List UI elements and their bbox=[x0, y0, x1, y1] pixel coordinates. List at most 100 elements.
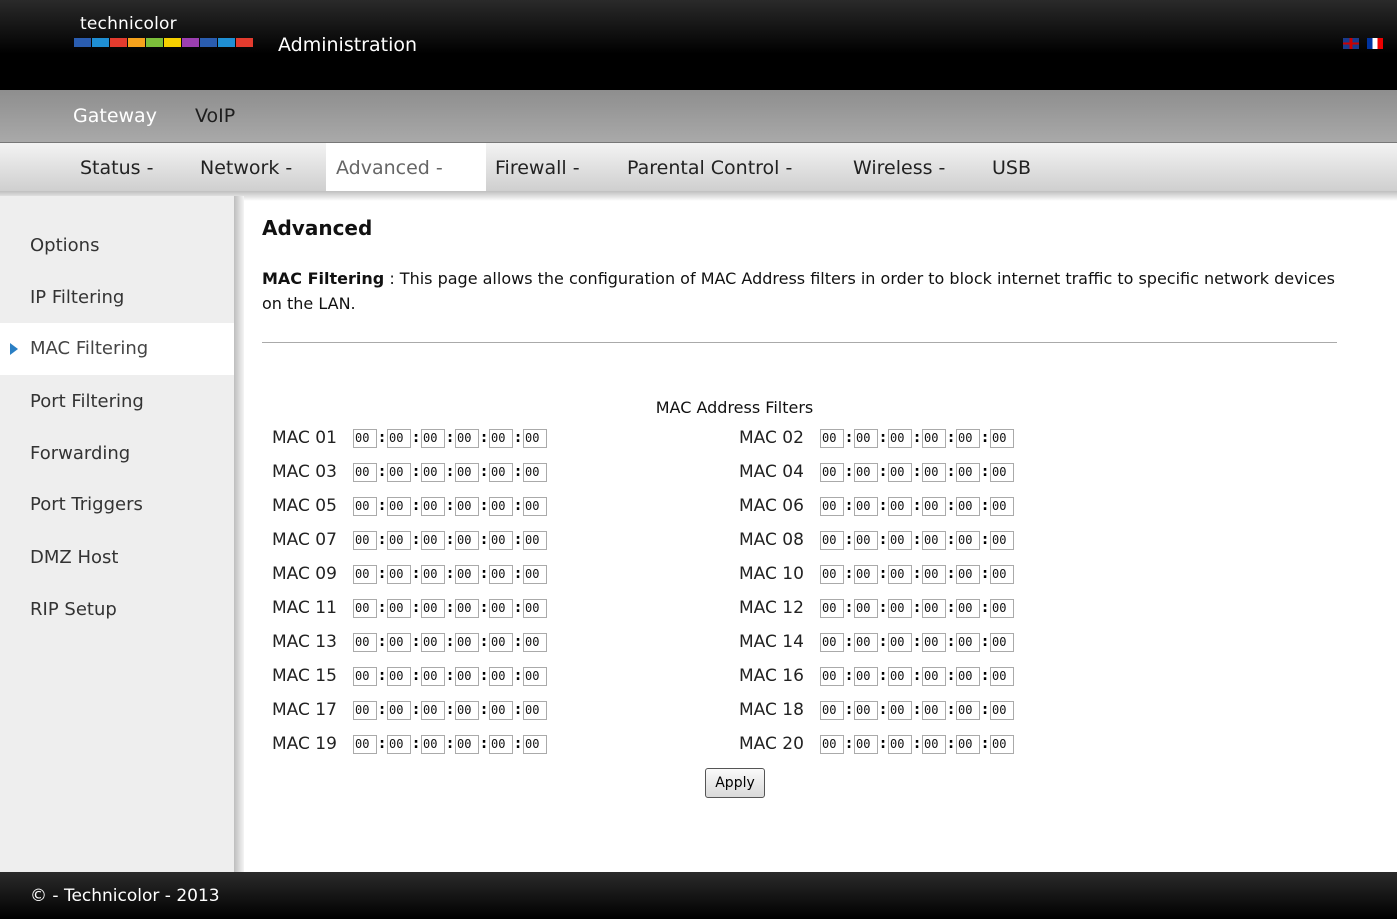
mac-octet-input[interactable] bbox=[387, 564, 411, 584]
mac-octet-input[interactable] bbox=[455, 632, 479, 652]
mac-octet-input[interactable] bbox=[922, 530, 946, 550]
mac-octet-input[interactable] bbox=[421, 666, 445, 686]
mac-octet-input[interactable] bbox=[455, 428, 479, 448]
mac-octet-input[interactable] bbox=[523, 530, 547, 550]
mac-octet-input[interactable] bbox=[888, 632, 912, 652]
tab-firewall[interactable]: Firewall - bbox=[485, 143, 590, 191]
sidebar-item-rip-setup[interactable]: RIP Setup bbox=[0, 584, 234, 636]
mac-octet-input[interactable] bbox=[854, 462, 878, 482]
apply-button[interactable]: Apply bbox=[705, 768, 765, 798]
mac-octet-input[interactable] bbox=[956, 632, 980, 652]
mac-octet-input[interactable] bbox=[421, 700, 445, 720]
mac-octet-input[interactable] bbox=[990, 564, 1014, 584]
sidebar-item-forwarding[interactable]: Forwarding bbox=[0, 428, 234, 480]
mac-octet-input[interactable] bbox=[922, 632, 946, 652]
mac-octet-input[interactable] bbox=[854, 598, 878, 618]
mac-octet-input[interactable] bbox=[922, 428, 946, 448]
mac-octet-input[interactable] bbox=[854, 734, 878, 754]
mac-octet-input[interactable] bbox=[421, 564, 445, 584]
mac-octet-input[interactable] bbox=[922, 496, 946, 516]
tab-parental-control[interactable]: Parental Control - bbox=[617, 143, 802, 191]
mac-octet-input[interactable] bbox=[956, 666, 980, 686]
tab-network[interactable]: Network - bbox=[190, 143, 302, 191]
mac-octet-input[interactable] bbox=[455, 530, 479, 550]
tab-status[interactable]: Status - bbox=[70, 143, 163, 191]
mac-octet-input[interactable] bbox=[990, 496, 1014, 516]
mac-octet-input[interactable] bbox=[990, 666, 1014, 686]
tab-usb[interactable]: USB bbox=[982, 143, 1041, 191]
sidebar-item-mac-filtering[interactable]: MAC Filtering bbox=[0, 323, 234, 375]
mac-octet-input[interactable] bbox=[455, 700, 479, 720]
mac-octet-input[interactable] bbox=[523, 700, 547, 720]
mac-octet-input[interactable] bbox=[990, 428, 1014, 448]
nav-voip[interactable]: VoIP bbox=[195, 105, 235, 127]
mac-octet-input[interactable] bbox=[489, 632, 513, 652]
mac-octet-input[interactable] bbox=[820, 632, 844, 652]
mac-octet-input[interactable] bbox=[387, 530, 411, 550]
mac-octet-input[interactable] bbox=[421, 462, 445, 482]
mac-octet-input[interactable] bbox=[922, 666, 946, 686]
mac-octet-input[interactable] bbox=[353, 666, 377, 686]
mac-octet-input[interactable] bbox=[854, 700, 878, 720]
mac-octet-input[interactable] bbox=[854, 428, 878, 448]
mac-octet-input[interactable] bbox=[489, 462, 513, 482]
mac-octet-input[interactable] bbox=[956, 564, 980, 584]
mac-octet-input[interactable] bbox=[956, 530, 980, 550]
mac-octet-input[interactable] bbox=[990, 734, 1014, 754]
mac-octet-input[interactable] bbox=[523, 734, 547, 754]
mac-octet-input[interactable] bbox=[523, 564, 547, 584]
mac-octet-input[interactable] bbox=[990, 462, 1014, 482]
mac-octet-input[interactable] bbox=[353, 462, 377, 482]
mac-octet-input[interactable] bbox=[353, 734, 377, 754]
mac-octet-input[interactable] bbox=[353, 564, 377, 584]
mac-octet-input[interactable] bbox=[353, 632, 377, 652]
mac-octet-input[interactable] bbox=[489, 598, 513, 618]
mac-octet-input[interactable] bbox=[353, 496, 377, 516]
mac-octet-input[interactable] bbox=[455, 462, 479, 482]
mac-octet-input[interactable] bbox=[489, 428, 513, 448]
sidebar-item-ip-filtering[interactable]: IP Filtering bbox=[0, 272, 234, 324]
mac-octet-input[interactable] bbox=[353, 530, 377, 550]
mac-octet-input[interactable] bbox=[489, 496, 513, 516]
mac-octet-input[interactable] bbox=[387, 632, 411, 652]
fr-flag-icon[interactable] bbox=[1367, 38, 1383, 49]
mac-octet-input[interactable] bbox=[854, 666, 878, 686]
mac-octet-input[interactable] bbox=[956, 462, 980, 482]
tab-advanced[interactable]: Advanced - bbox=[326, 143, 486, 191]
mac-octet-input[interactable] bbox=[820, 496, 844, 516]
mac-octet-input[interactable] bbox=[421, 530, 445, 550]
mac-octet-input[interactable] bbox=[387, 598, 411, 618]
mac-octet-input[interactable] bbox=[888, 564, 912, 584]
mac-octet-input[interactable] bbox=[489, 564, 513, 584]
mac-octet-input[interactable] bbox=[421, 632, 445, 652]
mac-octet-input[interactable] bbox=[455, 496, 479, 516]
mac-octet-input[interactable] bbox=[387, 496, 411, 516]
mac-octet-input[interactable] bbox=[854, 632, 878, 652]
mac-octet-input[interactable] bbox=[489, 700, 513, 720]
mac-octet-input[interactable] bbox=[888, 530, 912, 550]
mac-octet-input[interactable] bbox=[353, 700, 377, 720]
mac-octet-input[interactable] bbox=[888, 462, 912, 482]
mac-octet-input[interactable] bbox=[956, 700, 980, 720]
mac-octet-input[interactable] bbox=[922, 734, 946, 754]
mac-octet-input[interactable] bbox=[888, 598, 912, 618]
mac-octet-input[interactable] bbox=[820, 428, 844, 448]
mac-octet-input[interactable] bbox=[990, 632, 1014, 652]
mac-octet-input[interactable] bbox=[888, 734, 912, 754]
mac-octet-input[interactable] bbox=[489, 734, 513, 754]
mac-octet-input[interactable] bbox=[421, 496, 445, 516]
mac-octet-input[interactable] bbox=[421, 734, 445, 754]
mac-octet-input[interactable] bbox=[820, 462, 844, 482]
mac-octet-input[interactable] bbox=[922, 700, 946, 720]
mac-octet-input[interactable] bbox=[990, 530, 1014, 550]
mac-octet-input[interactable] bbox=[854, 564, 878, 584]
sidebar-item-port-triggers[interactable]: Port Triggers bbox=[0, 479, 234, 531]
mac-octet-input[interactable] bbox=[455, 564, 479, 584]
uk-flag-icon[interactable] bbox=[1343, 38, 1359, 49]
mac-octet-input[interactable] bbox=[922, 598, 946, 618]
mac-octet-input[interactable] bbox=[523, 666, 547, 686]
mac-octet-input[interactable] bbox=[455, 598, 479, 618]
mac-octet-input[interactable] bbox=[922, 462, 946, 482]
mac-octet-input[interactable] bbox=[820, 530, 844, 550]
mac-octet-input[interactable] bbox=[489, 666, 513, 686]
